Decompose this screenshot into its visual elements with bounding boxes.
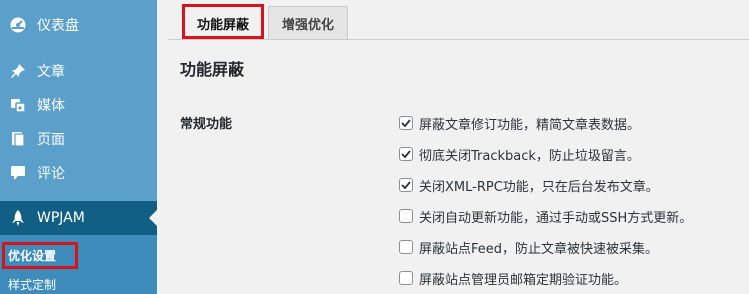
dashboard-icon — [8, 15, 28, 35]
sidebar-item-wpjam[interactable]: WPJAM — [0, 201, 157, 235]
submenu-highlight-box — [2, 242, 78, 269]
tabs-baseline — [168, 39, 749, 40]
page-title: 功能屏蔽 — [180, 60, 245, 79]
option-label: 关闭XML-RPC功能，只在后台发布文章。 — [419, 179, 659, 195]
sidebar-item-label: 页面 — [37, 132, 65, 148]
option-disable-xmlrpc[interactable]: 关闭XML-RPC功能，只在后台发布文章。 — [399, 176, 659, 195]
sidebar-item-media[interactable]: 媒体 — [0, 88, 157, 122]
option-label: 屏蔽站点管理员邮箱定期验证功能。 — [419, 272, 628, 288]
option-disable-revisions[interactable]: 屏蔽文章修订功能，精简文章表数据。 — [399, 114, 641, 133]
checkmark-icon — [401, 119, 411, 128]
tab-enhance-optimize[interactable]: 增强优化 — [268, 6, 348, 39]
media-icon — [8, 95, 28, 115]
submenu-item-style-custom[interactable]: 样式定制 — [8, 276, 56, 293]
checkbox[interactable] — [399, 209, 413, 223]
checkbox[interactable] — [399, 147, 413, 161]
option-label: 关闭自动更新功能，通过手动或SSH方式更新。 — [419, 210, 693, 226]
sidebar-item-dashboard[interactable]: 仪表盘 — [0, 8, 157, 42]
option-disable-auto-update[interactable]: 关闭自动更新功能，通过手动或SSH方式更新。 — [399, 207, 693, 226]
page-icon — [8, 129, 28, 149]
checkbox[interactable] — [399, 178, 413, 192]
checkmark-icon — [401, 150, 411, 159]
option-disable-trackback[interactable]: 彻底关闭Trackback，防止垃圾留言。 — [399, 145, 640, 164]
option-label: 屏蔽文章修订功能，精简文章表数据。 — [419, 117, 641, 133]
sidebar-item-label: 仪表盘 — [37, 18, 79, 34]
current-indicator-arrow — [149, 210, 157, 226]
checkmark-icon — [401, 181, 411, 190]
comment-icon — [8, 163, 28, 183]
checkbox[interactable] — [399, 116, 413, 130]
sidebar-item-label: 文章 — [37, 64, 65, 80]
option-label: 彻底关闭Trackback，防止垃圾留言。 — [419, 148, 640, 164]
wpjam-icon — [8, 208, 28, 228]
app-root: 仪表盘 文章 媒体 页面 评论 WPJAM 优化设置 样式定制 功能屏蔽 增强优… — [0, 0, 749, 294]
option-label: 屏蔽站点Feed，防止文章被快速被采集。 — [419, 241, 659, 257]
admin-sidebar: 仪表盘 文章 媒体 页面 评论 WPJAM 优化设置 样式定制 — [0, 0, 157, 294]
option-disable-feed[interactable]: 屏蔽站点Feed，防止文章被快速被采集。 — [399, 238, 659, 257]
sidebar-item-label: 评论 — [37, 166, 65, 182]
section-label: 常规功能 — [180, 117, 233, 132]
sidebar-item-pages[interactable]: 页面 — [0, 122, 157, 156]
checkbox[interactable] — [399, 240, 413, 254]
sidebar-item-comments[interactable]: 评论 — [0, 156, 157, 190]
option-disable-admin-email-check[interactable]: 屏蔽站点管理员邮箱定期验证功能。 — [399, 269, 628, 288]
sidebar-item-label: 媒体 — [37, 98, 65, 114]
sidebar-item-label: WPJAM — [37, 210, 85, 226]
pin-icon — [8, 61, 28, 81]
tab-highlight-box — [182, 4, 264, 39]
sidebar-item-posts[interactable]: 文章 — [0, 54, 157, 88]
checkbox[interactable] — [399, 271, 413, 285]
